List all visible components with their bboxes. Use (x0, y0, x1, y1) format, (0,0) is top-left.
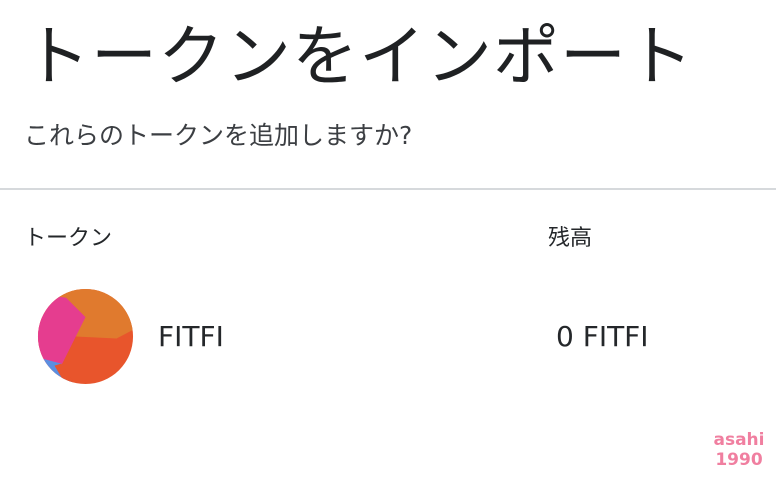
token-row: FITFI 0 FITFI (0, 284, 776, 386)
page-subtitle: これらのトークンを追加しますか? (24, 121, 413, 150)
column-header-balance: 残高 (548, 226, 593, 251)
column-header-token: トークン (24, 226, 113, 251)
header-divider (0, 188, 776, 190)
watermark: asahi 1990 (706, 430, 772, 470)
watermark-line1: asahi (713, 430, 765, 450)
token-balance: 0 FITFI (556, 320, 649, 353)
token-symbol: FITFI (158, 320, 224, 353)
watermark-line2: 1990 (715, 450, 763, 470)
page-title: トークンをインポート (24, 18, 694, 95)
fitfi-token-icon (37, 288, 134, 385)
